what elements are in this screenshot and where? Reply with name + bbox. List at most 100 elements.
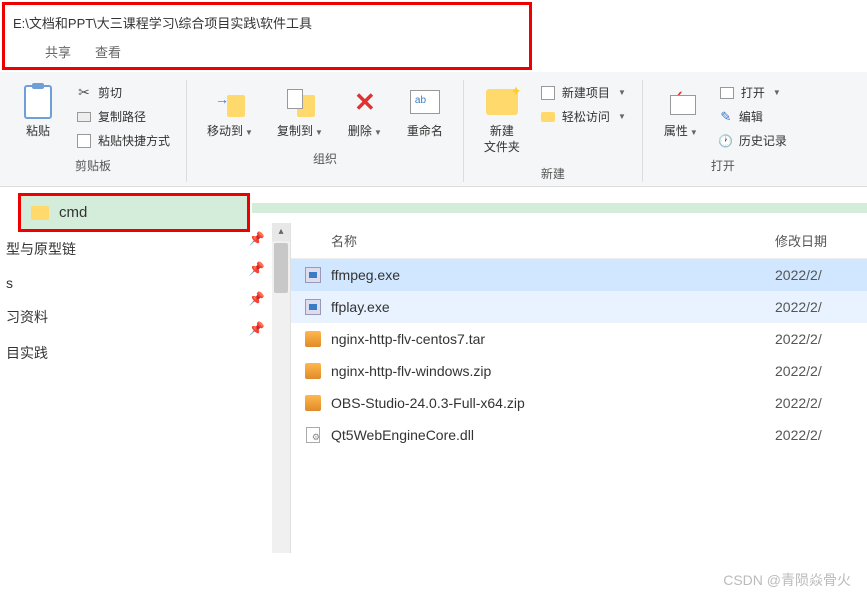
rename-button[interactable]: 重命名 [399, 80, 451, 144]
history-button[interactable]: 历史记录 [715, 130, 791, 151]
file-row[interactable]: nginx-http-flv-centos7.tar2022/2/ [291, 323, 867, 355]
column-header-name[interactable]: 名称 [303, 231, 775, 250]
copy-to-icon [282, 84, 318, 120]
navigation-pane: 型与原型链 s 习资料 目实践 📌 📌 📌 📌 ▴ [0, 223, 290, 553]
chevron-down-icon: ▼ [374, 128, 382, 137]
file-row[interactable]: OBS-Studio-24.0.3-Full-x64.zip2022/2/ [291, 387, 867, 419]
file-date: 2022/2/ [775, 427, 855, 443]
tab-view[interactable]: 查看 [95, 42, 121, 61]
exe-file-icon [303, 265, 323, 285]
move-to-label: 移动到 [207, 124, 243, 138]
scroll-thumb[interactable] [274, 243, 288, 293]
new-folder-label: 新建 文件夹 [484, 124, 520, 155]
new-item-icon [540, 85, 556, 101]
exe-file-icon [303, 297, 323, 317]
copy-path-icon [76, 109, 92, 125]
chevron-down-icon: ▼ [690, 128, 698, 137]
group-label-new: 新建 [541, 165, 565, 182]
file-name: Qt5WebEngineCore.dll [331, 427, 775, 443]
file-name: OBS-Studio-24.0.3-Full-x64.zip [331, 395, 775, 411]
new-item-label: 新建项目 [562, 84, 610, 101]
sidebar-scrollbar[interactable]: ▴ [272, 223, 290, 553]
history-icon [719, 134, 733, 148]
file-list: 名称 修改日期 ffmpeg.exe2022/2/ffplay.exe2022/… [290, 223, 867, 553]
column-header-modified[interactable]: 修改日期 [775, 231, 855, 250]
file-date: 2022/2/ [775, 299, 855, 315]
file-date: 2022/2/ [775, 363, 855, 379]
chevron-down-icon: ▼ [245, 128, 253, 137]
file-row[interactable]: ffmpeg.exe2022/2/ [291, 259, 867, 291]
file-date: 2022/2/ [775, 267, 855, 283]
ribbon-group-new: 新建 文件夹 新建项目 ▼ 轻松访问 ▼ 新建 [464, 80, 643, 182]
chevron-down-icon: ▼ [618, 88, 626, 97]
edit-label: 编辑 [739, 108, 763, 125]
easy-access-icon [540, 109, 556, 125]
paste-shortcut-label: 粘贴快捷方式 [98, 132, 170, 149]
pins-column: 📌 📌 📌 📌 [242, 223, 272, 553]
pin-icon[interactable]: 📌 [249, 231, 265, 247]
file-name: ffplay.exe [331, 299, 775, 315]
tab-share[interactable]: 共享 [45, 42, 71, 61]
rename-label: 重命名 [407, 124, 443, 140]
scroll-up-icon[interactable]: ▴ [272, 223, 290, 241]
copy-to-label: 复制到 [277, 124, 313, 138]
pin-icon[interactable]: 📌 [249, 321, 265, 337]
file-name: ffmpeg.exe [331, 267, 775, 283]
sidebar-item[interactable]: 目实践 [0, 335, 242, 371]
move-to-button[interactable]: 移动到▼ [199, 80, 261, 144]
watermark: CSDN @青陨焱骨火 [723, 570, 851, 590]
ribbon-tabs: 共享 查看 [13, 36, 521, 63]
copy-to-button[interactable]: 复制到▼ [269, 80, 331, 144]
ribbon-group-open: 属性▼ 打开 ▼ 编辑 历史记录 打开 [643, 80, 803, 182]
chevron-down-icon: ▼ [618, 112, 626, 121]
folder-icon [31, 206, 49, 220]
group-label-open: 打开 [711, 157, 735, 174]
new-folder-icon [484, 84, 520, 120]
dll-file-icon [303, 425, 323, 445]
zip-file-icon [303, 393, 323, 413]
pin-icon[interactable]: 📌 [249, 261, 265, 277]
chevron-down-icon: ▼ [315, 128, 323, 137]
cut-button[interactable]: ✂ 剪切 [72, 82, 174, 103]
file-row[interactable]: nginx-http-flv-windows.zip2022/2/ [291, 355, 867, 387]
copy-path-button[interactable]: 复制路径 [72, 106, 174, 127]
chevron-down-icon: ▼ [773, 88, 781, 97]
new-item-button[interactable]: 新建项目 ▼ [536, 82, 630, 103]
sidebar-item[interactable]: s [0, 267, 242, 299]
open-icon [719, 85, 735, 101]
history-label: 历史记录 [739, 132, 787, 149]
zip-file-icon [303, 361, 323, 381]
properties-button[interactable]: 属性▼ [655, 80, 707, 144]
sidebar-item[interactable]: 习资料 [0, 299, 242, 335]
file-row[interactable]: ffplay.exe2022/2/ [291, 291, 867, 323]
breadcrumb-bar-bg [252, 203, 867, 213]
paste-label: 粘贴 [26, 124, 50, 140]
easy-access-button[interactable]: 轻松访问 ▼ [536, 106, 630, 127]
cut-label: 剪切 [98, 84, 122, 101]
content-area: 型与原型链 s 习资料 目实践 📌 📌 📌 📌 ▴ 名称 修改日期 ffmpeg… [0, 223, 867, 553]
address-bar[interactable]: E:\文档和PPT\大三课程学习\综合项目实践\软件工具 [13, 9, 521, 36]
file-name: nginx-http-flv-windows.zip [331, 363, 775, 379]
clipboard-icon [20, 84, 56, 120]
new-folder-button[interactable]: 新建 文件夹 [476, 80, 528, 159]
rename-icon [407, 84, 443, 120]
edit-button[interactable]: 编辑 [715, 106, 791, 127]
breadcrumb-input[interactable]: cmd [59, 204, 87, 221]
pin-icon[interactable]: 📌 [249, 291, 265, 307]
delete-label: 删除 [348, 124, 372, 138]
group-label-clipboard: 剪贴板 [75, 157, 111, 174]
group-label-organize: 组织 [313, 150, 337, 167]
delete-button[interactable]: ✕ 删除▼ [339, 80, 391, 144]
shortcut-icon [76, 133, 92, 149]
zip-file-icon [303, 329, 323, 349]
paste-shortcut-button[interactable]: 粘贴快捷方式 [72, 130, 174, 151]
scissors-icon: ✂ [76, 85, 92, 101]
file-row[interactable]: Qt5WebEngineCore.dll2022/2/ [291, 419, 867, 451]
ribbon: 粘贴 ✂ 剪切 复制路径 粘贴快捷方式 剪贴板 [0, 72, 867, 187]
ribbon-group-clipboard: 粘贴 ✂ 剪切 复制路径 粘贴快捷方式 剪贴板 [0, 80, 187, 182]
sidebar-item[interactable]: 型与原型链 [0, 231, 242, 267]
copy-path-label: 复制路径 [98, 108, 146, 125]
open-button[interactable]: 打开 ▼ [715, 82, 791, 103]
paste-button[interactable]: 粘贴 [12, 80, 64, 144]
file-name: nginx-http-flv-centos7.tar [331, 331, 775, 347]
